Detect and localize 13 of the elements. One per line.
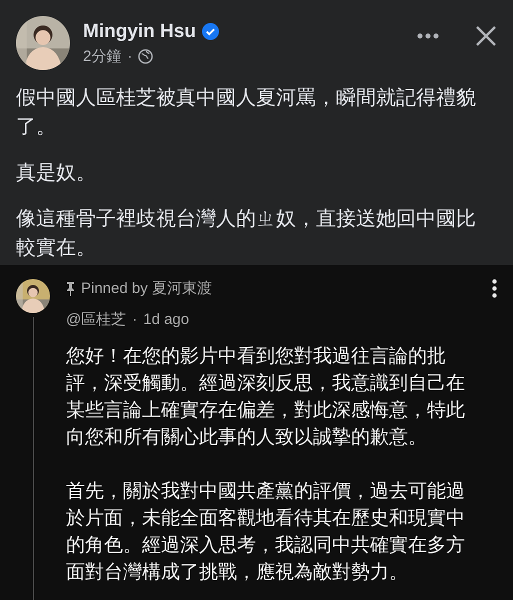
post-time[interactable]: 2分鐘: [83, 46, 122, 66]
separator: ·: [127, 48, 132, 64]
separator: ·: [132, 311, 138, 328]
comment-handle[interactable]: @區桂芝: [66, 310, 126, 329]
pinned-label: Pinned by 夏河東渡: [81, 279, 212, 298]
author-name[interactable]: Mingyin Hsu: [83, 20, 196, 42]
post-text: 假中國人區桂芝被真中國人夏河罵，瞬間就記得禮貌了。 真是奴。 像這種骨子裡歧視台灣人的ㄓ奴，直接送她回中國比較實在。: [16, 86, 477, 261]
comment-text: 您好！在您的影片中看到您對我過往言論的批評，深受觸動。經過深刻反思，我意識到自己在某些言論上確實存在偏差，對此深感悔意，特此向您和所有關心此事的人致以誠摯的歉意。 首先，關於我對中國共產黨的評價，過去可能過於片面，未能全面客觀地看待其在歷史和現實中的角色。經過深入思考，我認同中共確實在多方面對台灣構成了挑戰，應視為敵對勢力。: [66, 345, 466, 585]
more-icon[interactable]: [417, 33, 439, 39]
close-icon[interactable]: [475, 25, 497, 47]
comment-time: 1d ago: [143, 311, 190, 328]
pin-icon: [66, 282, 75, 296]
more-vertical-icon[interactable]: [492, 279, 497, 298]
